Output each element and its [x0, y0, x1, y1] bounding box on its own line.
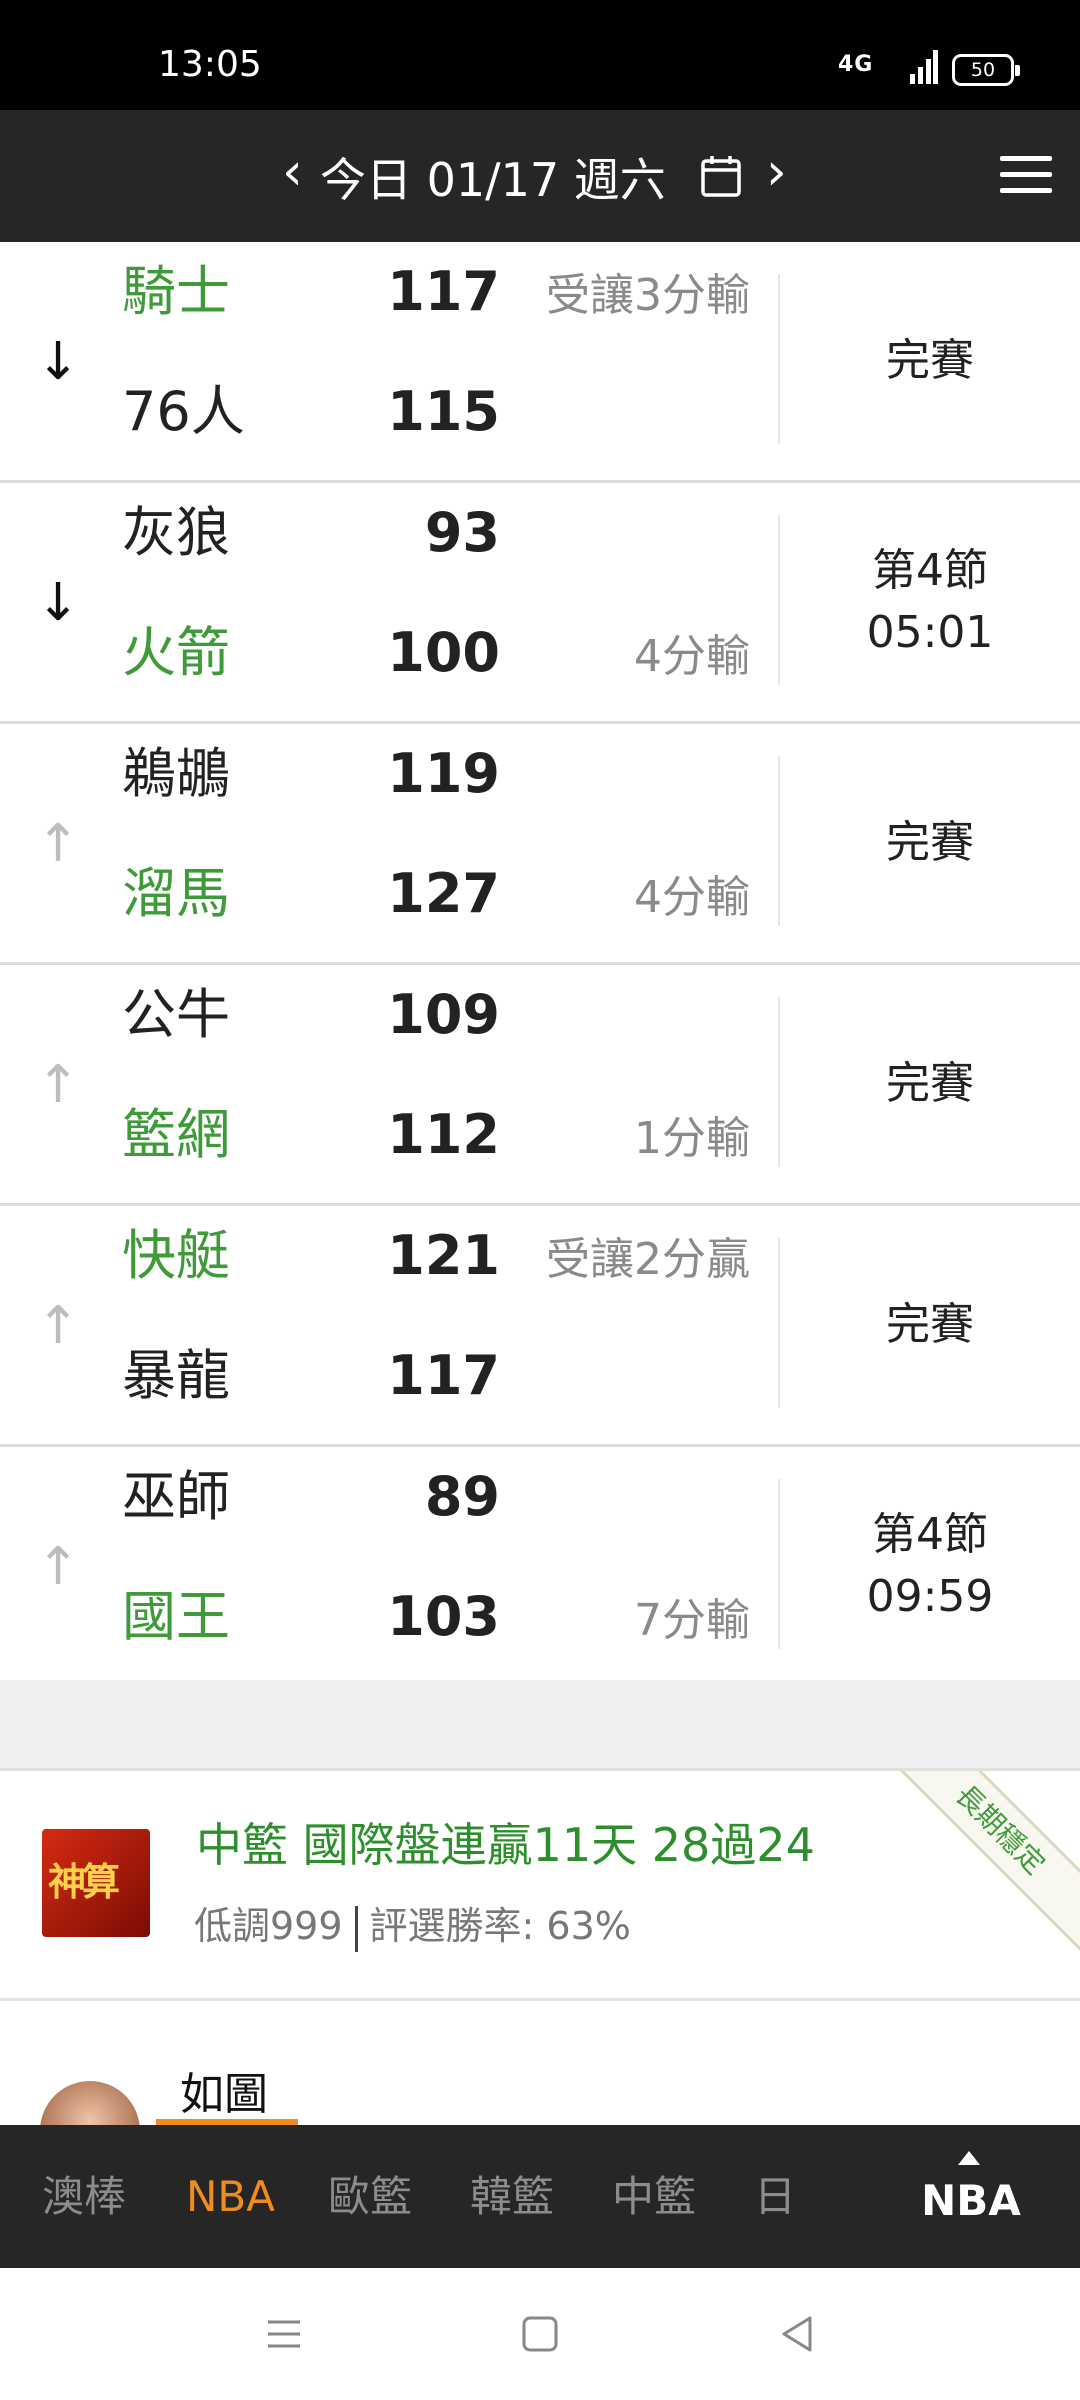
- score-home: 100: [387, 621, 500, 684]
- team-home: 火箭: [122, 621, 230, 684]
- meta-separator: [354, 1905, 358, 1952]
- handicap-note: 1分輸: [634, 1113, 750, 1164]
- team-home: 暴龍: [122, 1344, 230, 1407]
- team-away: 公牛: [122, 983, 230, 1046]
- game-status: 完賽: [780, 1206, 1080, 1444]
- league-tab[interactable]: 韓籃: [470, 2169, 554, 2225]
- score-away: 117: [387, 260, 500, 323]
- promo-card[interactable]: 中籃 國際盤連贏11天 28過24 低調999 評選勝率: 63% 長期穩定: [0, 1771, 1080, 2001]
- promo-meta: 低調999 評選勝率: 63%: [194, 1901, 631, 1952]
- game-row[interactable]: ↑ 快艇 121 受讓2分贏暴龍 117 完賽: [0, 1206, 1080, 1447]
- status-line: 完賽: [886, 335, 974, 386]
- game-status: 第4節 09:59: [780, 1447, 1080, 1685]
- status-line: 第4節: [872, 545, 988, 596]
- network-indicator: 4G: [838, 52, 874, 77]
- status-line: 完賽: [886, 817, 974, 868]
- trend-up-icon: ↑: [36, 1537, 80, 1597]
- team-away: 巫師: [122, 1465, 230, 1528]
- chevron-left-icon[interactable]: ‹: [282, 146, 303, 198]
- game-row[interactable]: ↓ 灰狼 93 火箭 100 4分輸 第4節 05:01: [0, 483, 1080, 724]
- promo-author: 低調999: [194, 1904, 343, 1948]
- score-home: 117: [387, 1344, 500, 1407]
- score-away: 109: [387, 983, 500, 1046]
- promo-title: 中籃 國際盤連贏11天 28過24: [196, 1818, 815, 1872]
- status-time: 05:01: [866, 607, 994, 658]
- score-away: 89: [424, 1465, 500, 1528]
- signal-icon: [910, 50, 938, 84]
- league-tab[interactable]: 澳棒: [42, 2169, 126, 2225]
- team-home: 籃網: [122, 1103, 230, 1166]
- trend-up-icon: ↑: [36, 814, 80, 874]
- section-divider: [0, 1680, 1080, 1771]
- status-bar: 13:05 4G 50: [0, 0, 1080, 110]
- score-home: 115: [387, 380, 500, 443]
- recents-icon[interactable]: [262, 2312, 306, 2356]
- league-tab-bar: NBA 澳棒 NBA 歐籃 韓籃 中籃 日: [0, 2125, 1080, 2268]
- handicap-note: 受讓2分贏: [546, 1234, 750, 1285]
- team-away: 鵜鶘: [122, 742, 230, 805]
- handicap-note: 4分輸: [634, 872, 750, 923]
- post-label: 如圖: [180, 2069, 268, 2120]
- league-tab[interactable]: 日: [754, 2169, 796, 2225]
- current-league-button[interactable]: NBA: [896, 2151, 1046, 2229]
- status-time: 09:59: [866, 1571, 994, 1622]
- game-status: 完賽: [780, 724, 1080, 962]
- post-item[interactable]: 如圖: [0, 2001, 1080, 2125]
- date-header: ‹ 今日 01/17 週六 ›: [0, 110, 1080, 242]
- game-list: ↓ 騎士 117 受讓3分輸 76人 115 完賽 ↓ 灰狼 93 火箭 100 4分輸 第4節 05:01…: [0, 242, 1080, 1688]
- score-away: 121: [387, 1224, 500, 1287]
- status-line: 第4節: [872, 1509, 988, 1560]
- home-icon[interactable]: [518, 2312, 562, 2356]
- back-icon[interactable]: [776, 2312, 820, 2356]
- status-line: 完賽: [886, 1058, 974, 1109]
- league-tab[interactable]: NBA: [186, 2169, 275, 2225]
- team-away: 騎士: [122, 260, 230, 323]
- game-row[interactable]: ↑ 公牛 109 籃網 112 1分輸 完賽: [0, 965, 1080, 1206]
- team-home: 國王: [122, 1585, 230, 1648]
- stable-ribbon: 長期穩定: [873, 1771, 1080, 1957]
- score-home: 103: [387, 1585, 500, 1648]
- game-status: 完賽: [780, 242, 1080, 480]
- hamburger-menu-icon[interactable]: [1000, 156, 1052, 196]
- date-label[interactable]: 今日 01/17 週六: [320, 154, 666, 206]
- expert-logo: [42, 1829, 150, 1937]
- game-row[interactable]: ↓ 騎士 117 受讓3分輸 76人 115 完賽: [0, 242, 1080, 483]
- promo-win-rate: 評選勝率: 63%: [369, 1904, 631, 1948]
- game-status: 完賽: [780, 965, 1080, 1203]
- team-away: 快艇: [122, 1224, 230, 1287]
- team-away: 灰狼: [122, 501, 230, 564]
- handicap-note: 7分輸: [634, 1595, 750, 1646]
- status-line: 完賽: [886, 1299, 974, 1350]
- league-tab[interactable]: 歐籃: [328, 2169, 412, 2225]
- game-row[interactable]: ↑ 鵜鶘 119 溜馬 127 4分輸 完賽: [0, 724, 1080, 965]
- trend-up-icon: ↑: [36, 1055, 80, 1115]
- game-row[interactable]: ↑ 巫師 89 國王 103 7分輸 第4節 09:59: [0, 1447, 1080, 1688]
- battery-icon: 50: [952, 54, 1020, 86]
- avatar: [40, 2081, 140, 2125]
- game-status: 第4節 05:01: [780, 483, 1080, 721]
- handicap-note: 4分輸: [634, 631, 750, 682]
- team-home: 76人: [122, 380, 245, 443]
- calendar-icon[interactable]: [700, 154, 742, 198]
- score-away: 93: [424, 501, 500, 564]
- clock: 13:05: [158, 44, 262, 85]
- league-tab[interactable]: 中籃: [612, 2169, 696, 2225]
- team-home: 溜馬: [122, 862, 230, 925]
- trend-up-icon: ↑: [36, 1296, 80, 1356]
- score-home: 112: [387, 1103, 500, 1166]
- handicap-note: 受讓3分輸: [546, 270, 750, 321]
- trend-down-icon: ↓: [36, 332, 80, 392]
- trend-down-icon: ↓: [36, 573, 80, 633]
- chevron-right-icon[interactable]: ›: [766, 146, 787, 198]
- score-away: 119: [387, 742, 500, 805]
- system-nav-bar: [0, 2268, 1080, 2400]
- score-home: 127: [387, 862, 500, 925]
